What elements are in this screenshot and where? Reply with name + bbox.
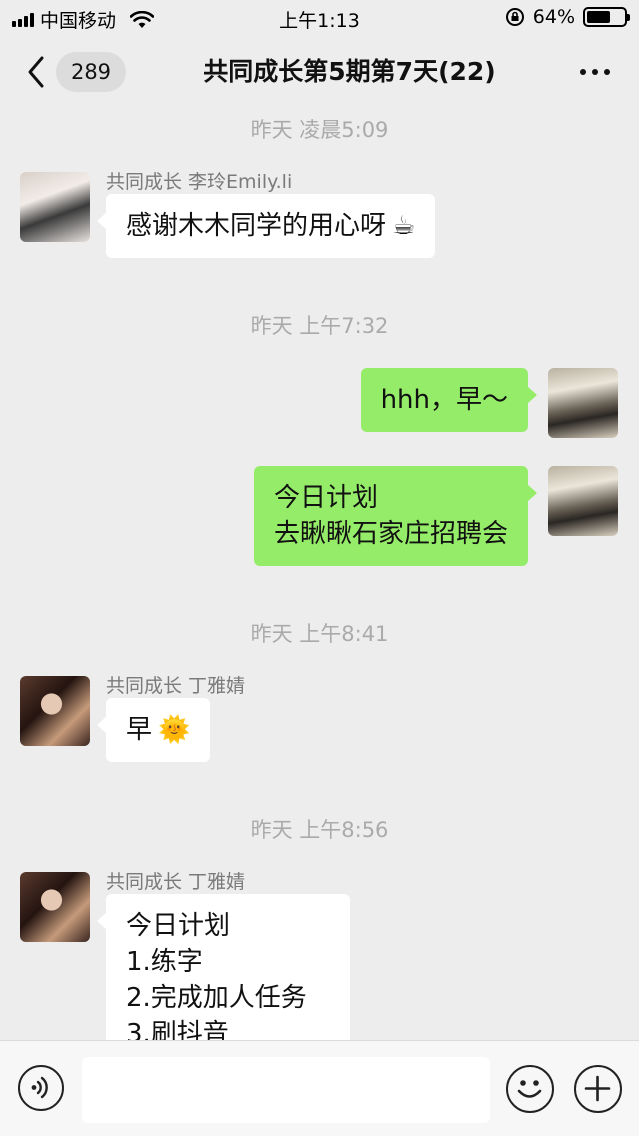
nav-bar: 289 共同成长第5期第7天(22) bbox=[0, 36, 639, 108]
battery-percent: 64% bbox=[532, 6, 575, 28]
back-button[interactable]: 289 bbox=[22, 52, 126, 92]
more-button[interactable] bbox=[577, 62, 613, 82]
sun-icon: 🌞 bbox=[158, 715, 191, 745]
message-text: hhh，早～ bbox=[380, 385, 508, 415]
message-bubble[interactable]: 今日计划 去瞅瞅石家庄招聘会 bbox=[253, 466, 538, 566]
timestamp: 昨天 上午8:41 bbox=[250, 622, 389, 646]
avatar[interactable] bbox=[20, 172, 90, 242]
emoji-button[interactable] bbox=[506, 1065, 554, 1113]
message-line: 去瞅瞅石家庄招聘会 bbox=[273, 519, 508, 549]
my-avatar[interactable] bbox=[548, 368, 618, 438]
message-bubble[interactable]: 感谢木木同学的用心呀 ☕ bbox=[96, 194, 436, 258]
timestamp: 昨天 上午7:32 bbox=[250, 314, 389, 338]
message-bubble[interactable]: hhh，早～ bbox=[360, 368, 538, 432]
status-right: 64% bbox=[505, 6, 630, 28]
message-text: 早 bbox=[126, 715, 153, 745]
battery-level bbox=[587, 11, 611, 23]
message-line: 2.完成加人任务 bbox=[126, 983, 307, 1013]
timestamp: 昨天 上午8:56 bbox=[250, 818, 389, 842]
coffee-icon: ☕ bbox=[392, 211, 416, 241]
message-line: 3.刷抖音 bbox=[126, 1019, 229, 1040]
message-line: 今日计划 bbox=[126, 911, 231, 941]
more-dots-icon bbox=[580, 69, 586, 75]
unread-count-badge: 289 bbox=[56, 52, 126, 92]
avatar[interactable] bbox=[20, 872, 90, 942]
chat-title: 共同成长第5期第7天(22) bbox=[203, 57, 496, 86]
emoji-icon bbox=[517, 1080, 542, 1098]
rotation-lock-icon bbox=[505, 8, 524, 26]
status-bar: 中国移动 上午1:13 64% bbox=[0, 0, 639, 36]
more-dot bbox=[604, 69, 610, 75]
chevron-left-icon bbox=[28, 56, 44, 88]
message-input[interactable] bbox=[82, 1057, 490, 1123]
chat-area[interactable]: 昨天 凌晨5:09 共同成长 李玲Emily.li 感谢木木同学的用心呀 ☕ 昨天… bbox=[0, 108, 639, 1040]
message-bubble[interactable]: 早 🌞 bbox=[96, 698, 211, 762]
sender-name: 共同成长 丁雅婧 bbox=[106, 675, 246, 697]
my-avatar[interactable] bbox=[548, 466, 618, 536]
input-bar bbox=[0, 1040, 639, 1136]
voice-icon bbox=[31, 1076, 48, 1099]
battery-icon bbox=[583, 7, 630, 27]
message-text: 感谢木木同学的用心呀 bbox=[126, 211, 387, 241]
message-line: 1.练字 bbox=[126, 947, 203, 977]
message-bubble[interactable]: 今日计划 1.练字 2.完成加人任务 3.刷抖音 bbox=[97, 894, 350, 1040]
message-line: 今日计划 bbox=[273, 483, 378, 513]
more-dot bbox=[592, 69, 598, 75]
voice-button[interactable] bbox=[18, 1065, 64, 1111]
timestamp: 昨天 凌晨5:09 bbox=[250, 118, 389, 142]
plus-icon bbox=[584, 1075, 611, 1102]
sender-name: 共同成长 丁雅婧 bbox=[106, 871, 246, 893]
plus-button[interactable] bbox=[574, 1065, 622, 1113]
avatar[interactable] bbox=[20, 676, 90, 746]
sender-name: 共同成长 李玲Emily.li bbox=[106, 171, 293, 193]
